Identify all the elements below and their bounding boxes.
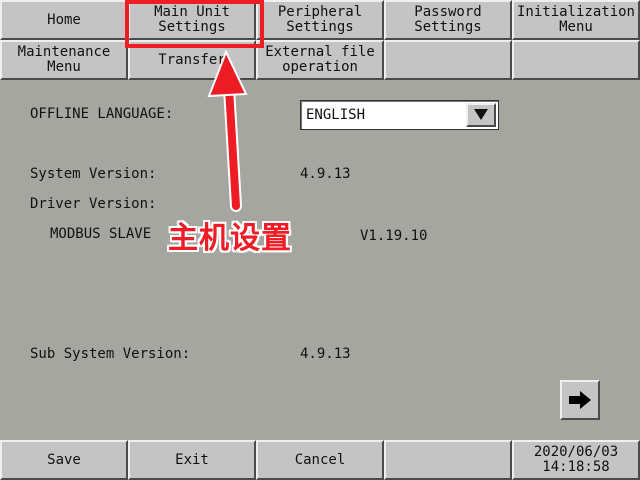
system-version-label: System Version: bbox=[30, 166, 157, 182]
sub-system-version-value: 4.9.13 bbox=[300, 346, 351, 362]
driver-name: MODBUS SLAVE bbox=[50, 226, 152, 242]
sub-system-version-label: Sub System Version: bbox=[30, 346, 191, 362]
annotation-highlight-box bbox=[125, 0, 264, 48]
language-select[interactable]: ENGLISH bbox=[300, 100, 499, 130]
language-dropdown-button[interactable] bbox=[466, 103, 496, 127]
next-page-button[interactable] bbox=[560, 380, 600, 420]
tab-initialization-menu[interactable]: Initialization Menu bbox=[512, 0, 640, 40]
tab-maintenance-menu[interactable]: Maintenance Menu bbox=[0, 40, 128, 80]
tab-home[interactable]: Home bbox=[0, 0, 128, 40]
driver-version-value: V1.19.10 bbox=[360, 228, 428, 244]
annotation-label: 主机设置 bbox=[168, 221, 292, 256]
save-button[interactable]: Save bbox=[0, 440, 128, 480]
tab-empty-2 bbox=[512, 40, 640, 80]
datetime-display: 2020/06/03 14:18:58 bbox=[512, 440, 640, 480]
triangle-down-icon bbox=[474, 109, 488, 120]
language-select-value: ENGLISH bbox=[306, 107, 366, 123]
cancel-button[interactable]: Cancel bbox=[256, 440, 384, 480]
tab-external-file-operation[interactable]: External file operation bbox=[256, 40, 384, 80]
exit-button[interactable]: Exit bbox=[128, 440, 256, 480]
tab-empty-1 bbox=[384, 40, 512, 80]
date-text: 2020/06/03 bbox=[533, 444, 619, 460]
system-version-value: 4.9.13 bbox=[300, 166, 351, 182]
driver-version-label: Driver Version: bbox=[30, 196, 157, 212]
time-text: 14:18:58 bbox=[542, 459, 610, 475]
tab-password-settings[interactable]: Password Settings bbox=[384, 0, 512, 40]
tab-peripheral-settings[interactable]: Peripheral Settings bbox=[256, 0, 384, 40]
offline-language-label: OFFLINE LANGUAGE: bbox=[30, 106, 174, 122]
bottom-empty-button bbox=[384, 440, 512, 480]
arrow-right-icon bbox=[569, 391, 591, 409]
